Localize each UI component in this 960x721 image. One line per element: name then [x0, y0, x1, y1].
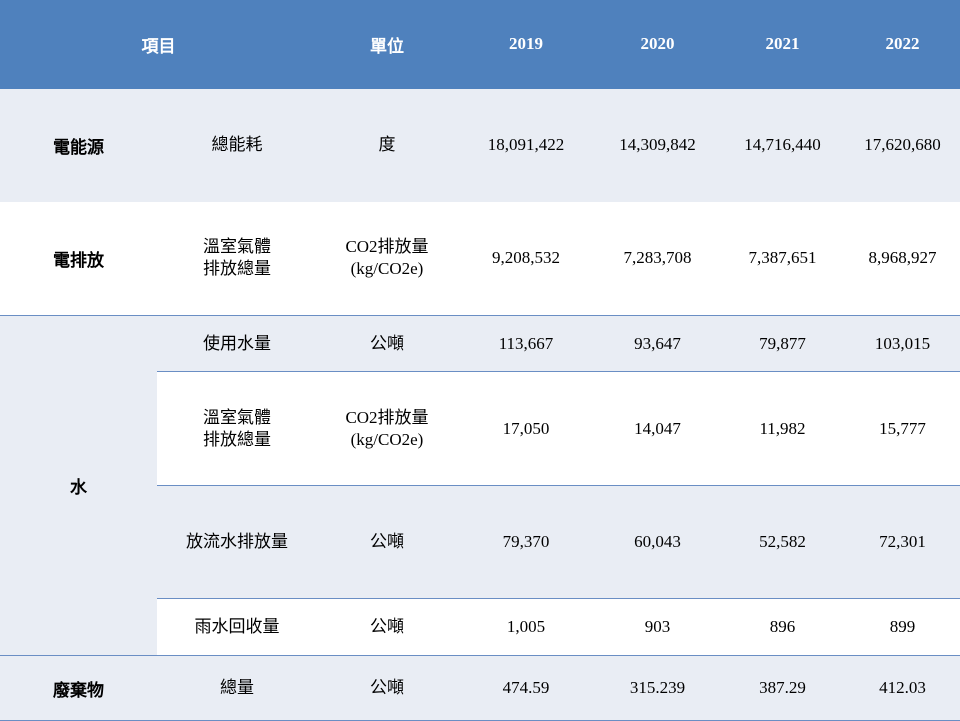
- unit-cell: CO2排放量 (kg/CO2e): [317, 371, 457, 486]
- unit-label: 公噸: [370, 678, 404, 698]
- header-unit: 單位: [317, 0, 457, 89]
- value-cell: 79,370: [457, 485, 595, 599]
- unit-label: 公噸: [370, 532, 404, 552]
- header-year: 2022: [845, 0, 960, 89]
- unit-label: 公噸: [370, 333, 404, 354]
- item-cell: 溫室氣體 排放總量: [157, 371, 317, 486]
- item-cell: 使用水量: [157, 315, 317, 372]
- value-cell: 903: [595, 598, 720, 656]
- table-row: 廢棄物 總量 公噸 474.59 315.239 387.29 412.03: [0, 655, 960, 721]
- value-cell: 7,283,708: [595, 201, 720, 316]
- item-label: 使用水量: [203, 333, 271, 354]
- value-cell: 412.03: [845, 655, 960, 721]
- unit-cell: CO2排放量 (kg/CO2e): [317, 201, 457, 316]
- value-cell: 315.239: [595, 655, 720, 721]
- value-cell: 17,620,680: [845, 88, 960, 202]
- item-label: 總量: [220, 678, 254, 698]
- header-row: 項目 單位 2019 2020 2021 2022: [0, 0, 960, 89]
- value-cell: 93,647: [595, 315, 720, 372]
- item-label-line: 排放總量: [203, 259, 271, 280]
- item-label: 放流水排放量: [186, 532, 288, 552]
- item-label-line: 溫室氣體: [203, 407, 271, 428]
- category-cell: 電排放: [0, 201, 157, 316]
- unit-label-line: CO2排放量: [345, 407, 429, 427]
- item-label: 雨水回收量: [194, 617, 280, 637]
- unit-cell: 公噸: [317, 598, 457, 656]
- value-cell: 14,716,440: [720, 88, 845, 202]
- table-header: 項目 單位 2019 2020 2021 2022: [0, 0, 960, 89]
- unit-label: 公噸: [370, 617, 404, 637]
- category-cell: 水: [0, 315, 157, 656]
- unit-label: 度: [378, 135, 396, 156]
- item-label: 總能耗: [211, 135, 263, 156]
- category-cell: 廢棄物: [0, 655, 157, 721]
- value-cell: 103,015: [845, 315, 960, 372]
- item-label-line: 溫室氣體: [203, 237, 271, 258]
- item-cell: 溫室氣體 排放總量: [157, 201, 317, 316]
- table-row: 電排放 溫室氣體 排放總量 CO2排放量 (kg/CO2e) 9,208,532…: [0, 201, 960, 316]
- unit-cell: 公噸: [317, 315, 457, 372]
- item-cell: 雨水回收量: [157, 598, 317, 656]
- value-cell: 1,005: [457, 598, 595, 656]
- category-cell: 電能源: [0, 88, 157, 202]
- unit-cell: 公噸: [317, 485, 457, 599]
- value-cell: 60,043: [595, 485, 720, 599]
- value-cell: 18,091,422: [457, 88, 595, 202]
- value-cell: 15,777: [845, 371, 960, 486]
- value-cell: 17,050: [457, 371, 595, 486]
- value-cell: 9,208,532: [457, 201, 595, 316]
- table-body: 電能源 總能耗 度 18,091,422 14,309,842 14,716,4…: [0, 88, 960, 721]
- value-cell: 896: [720, 598, 845, 656]
- value-cell: 8,968,927: [845, 201, 960, 316]
- value-cell: 899: [845, 598, 960, 656]
- value-cell: 7,387,651: [720, 201, 845, 316]
- value-cell: 14,309,842: [595, 88, 720, 202]
- item-cell: 總能耗: [157, 88, 317, 202]
- data-table: 項目 單位 2019 2020 2021 2022 電能源 總能耗 度 18,0…: [0, 0, 960, 721]
- table-row: 水 使用水量 公噸 113,667 93,647 79,877 103,015: [0, 315, 960, 656]
- item-cell: 總量: [157, 655, 317, 721]
- unit-cell: 度: [317, 88, 457, 202]
- value-cell: 113,667: [457, 315, 595, 372]
- header-year: 2021: [720, 0, 845, 89]
- header-item: 項目: [0, 0, 317, 89]
- unit-label-line: (kg/CO2e): [350, 259, 424, 279]
- header-year: 2020: [595, 0, 720, 89]
- value-cell: 52,582: [720, 485, 845, 599]
- value-cell: 14,047: [595, 371, 720, 486]
- item-cell: 放流水排放量: [157, 485, 317, 599]
- header-year: 2019: [457, 0, 595, 89]
- value-cell: 11,982: [720, 371, 845, 486]
- unit-label-line: (kg/CO2e): [350, 429, 424, 449]
- unit-cell: 公噸: [317, 655, 457, 721]
- unit-label-line: CO2排放量: [345, 237, 429, 257]
- value-cell: 79,877: [720, 315, 845, 372]
- value-cell: 72,301: [845, 485, 960, 599]
- value-cell: 387.29: [720, 655, 845, 721]
- item-label-line: 排放總量: [203, 429, 271, 450]
- value-cell: 474.59: [457, 655, 595, 721]
- table-row: 電能源 總能耗 度 18,091,422 14,309,842 14,716,4…: [0, 88, 960, 202]
